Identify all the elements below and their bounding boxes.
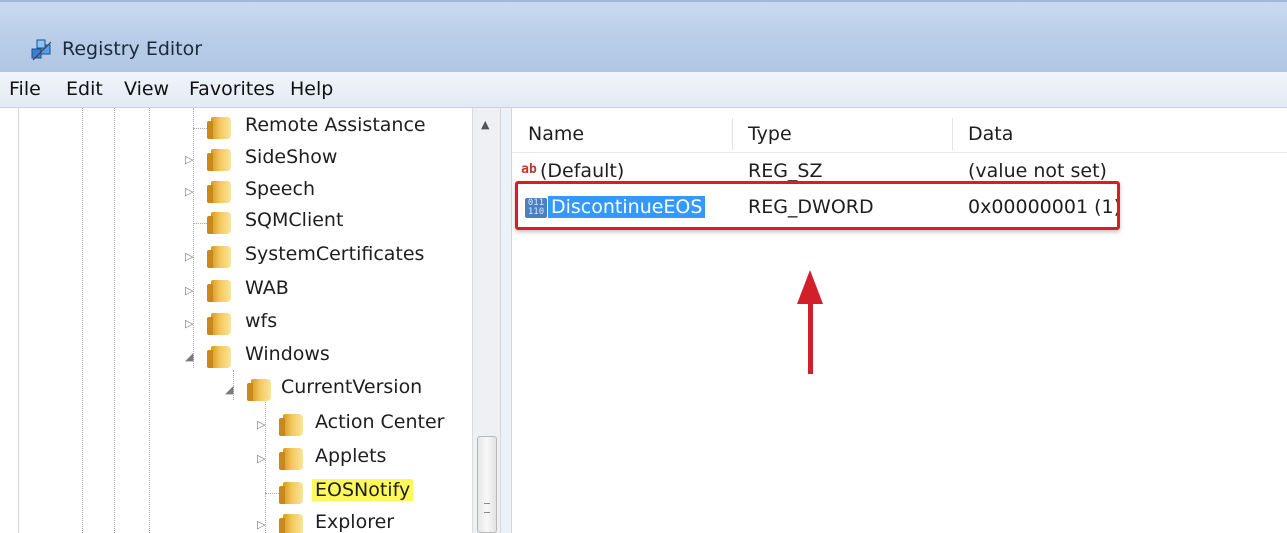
annotation-arrow-shaft (808, 300, 813, 374)
folder-icon (279, 482, 303, 504)
menu-help[interactable]: Help (290, 78, 333, 100)
registry-cubes-icon (31, 39, 52, 61)
title-bar[interactable]: Registry Editor (0, 0, 1287, 72)
tree-node-label: Windows (245, 343, 330, 365)
tree-node-label: Applets (315, 445, 387, 467)
tree-node-label: SystemCertificates (245, 243, 425, 265)
tree-node-label: WAB (245, 277, 289, 299)
expand-arrow-icon[interactable]: ▷ (185, 185, 193, 198)
folder-icon (207, 181, 231, 203)
value-name: (Default) (540, 160, 625, 182)
registry-editor-window: Registry Editor File Edit View Favorites… (0, 0, 1287, 533)
folder-icon (207, 280, 231, 302)
scrollbar-thumb[interactable] (477, 436, 497, 533)
column-separator[interactable] (732, 118, 733, 150)
column-header-data[interactable]: Data (968, 117, 1013, 151)
tree-node-label: SideShow (245, 146, 338, 168)
expand-arrow-icon[interactable]: ▷ (185, 284, 193, 297)
tree-node-label: Explorer (315, 511, 395, 533)
scroll-up-arrow-icon[interactable]: ▲ (481, 118, 489, 131)
expand-arrow-icon[interactable]: ▷ (185, 317, 193, 330)
pane-splitter[interactable] (500, 108, 512, 533)
column-header-type[interactable]: Type (748, 117, 792, 151)
folder-icon (207, 313, 231, 335)
tree-connector (193, 223, 207, 224)
folder-icon (279, 514, 303, 533)
tree-connector (193, 128, 207, 129)
expand-arrow-icon[interactable]: ▷ (257, 418, 265, 431)
registry-key-tree[interactable]: Remote Assistance ▷ SideShow ▷ Speech SQ… (18, 108, 499, 533)
expand-arrow-icon[interactable]: ▷ (257, 518, 265, 531)
folder-open-icon (207, 346, 231, 368)
folder-open-icon (247, 379, 271, 401)
folder-icon (279, 448, 303, 470)
menu-file[interactable]: File (9, 78, 41, 100)
tree-node-label: Remote Assistance (245, 114, 426, 136)
grip-icon (484, 503, 490, 513)
tree-node-label: wfs (245, 310, 278, 332)
collapse-arrow-icon[interactable]: ◢ (185, 350, 193, 363)
tree-node-label: Speech (245, 178, 315, 200)
folder-icon (207, 149, 231, 171)
tree-node-label: SQMClient (245, 209, 344, 231)
tree-node-label: CurrentVersion (281, 376, 423, 398)
tree-guide-line (82, 108, 83, 533)
value-data: (value not set) (968, 160, 1107, 182)
tree-node-label: Action Center (315, 411, 445, 433)
expand-arrow-icon[interactable]: ▷ (257, 452, 265, 465)
tree-guide-line (114, 108, 115, 533)
window-title: Registry Editor (62, 38, 203, 60)
collapse-arrow-icon[interactable]: ◢ (225, 383, 233, 396)
annotation-highlight-box (515, 181, 1120, 230)
column-separator[interactable] (952, 118, 953, 150)
menu-edit[interactable]: Edit (66, 78, 103, 100)
registry-values-list[interactable]: Name Type Data ab (Default) REG_SZ (valu… (512, 108, 1287, 533)
expand-arrow-icon[interactable]: ▷ (185, 153, 193, 166)
string-value-icon: ab (521, 162, 537, 177)
value-type: REG_SZ (748, 160, 823, 182)
tree-node-label-selected: EOSNotify (312, 479, 414, 501)
folder-icon (207, 117, 231, 139)
tree-scrollbar[interactable]: ▲ (472, 108, 500, 533)
folder-icon (207, 212, 231, 234)
tree-guide-line (149, 108, 150, 533)
menu-bar: File Edit View Favorites Help (0, 72, 1287, 108)
menu-favorites[interactable]: Favorites (189, 78, 275, 100)
header-divider (512, 152, 1287, 153)
expand-arrow-icon[interactable]: ▷ (185, 250, 193, 263)
menu-view[interactable]: View (124, 78, 169, 100)
folder-icon (279, 414, 303, 436)
folder-icon (207, 246, 231, 268)
annotation-arrow-icon (797, 270, 823, 304)
column-header-name[interactable]: Name (528, 117, 584, 151)
